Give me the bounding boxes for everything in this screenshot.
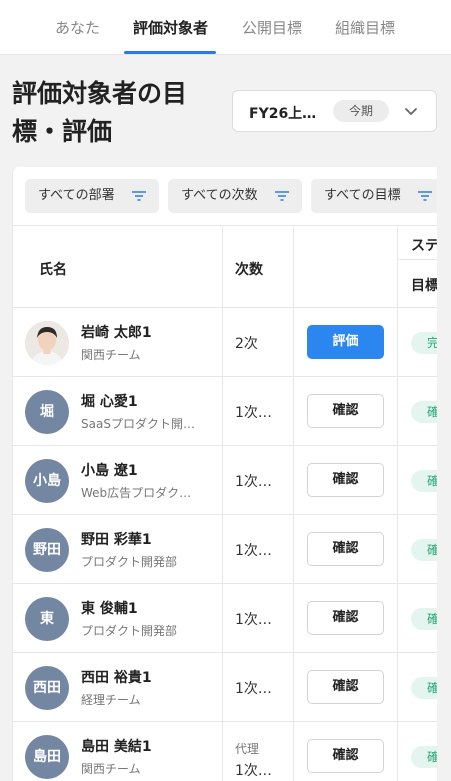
filter-bar: すべての部署 すべての次数 すべての目標 (13, 167, 437, 226)
avatar: 島田 (25, 735, 69, 779)
employee-name[interactable]: 東 俊輔1 (81, 598, 138, 618)
avatar: 西田 (25, 666, 69, 710)
employee-name[interactable]: 小島 遼1 (81, 460, 138, 480)
level-filter-label: すべての次数 (181, 188, 258, 203)
employee-department: SaaSプロダクト開… (81, 417, 195, 431)
avatar: 東 (25, 597, 69, 641)
table-row[interactable]: 岩崎 太郎1 関西チーム 2次 評価 完 (13, 308, 437, 377)
confirm-button[interactable]: 確認 (307, 670, 384, 704)
status-badge: 完 (411, 332, 437, 354)
table-row[interactable]: 東 東 俊輔1 プロダクト開発部 1次… 確認 確 (13, 584, 437, 653)
employee-department: Web広告プロダク… (81, 486, 192, 500)
status-badge: 確 (411, 746, 437, 768)
evaluation-level: 2次 (235, 336, 258, 352)
department-filter[interactable]: すべての部署 (25, 179, 159, 213)
proxy-label: 代理 (235, 742, 260, 756)
status-badge: 確 (411, 539, 437, 561)
employee-department: 関西チーム (81, 348, 141, 362)
status-badge: 確 (411, 470, 437, 492)
confirm-button[interactable]: 確認 (307, 463, 384, 497)
header-divider (397, 259, 437, 260)
tab-evaluatees[interactable]: 評価対象者 (133, 17, 208, 38)
table-row[interactable]: 島田 島田 美結1 関西チーム 代理 1次… 確認 確 (13, 722, 437, 781)
evaluation-level: 1次… (235, 681, 272, 697)
evaluation-level: 1次… (235, 405, 272, 421)
period-value: FY26上… (249, 106, 317, 122)
department-filter-label: すべての部署 (38, 188, 115, 203)
goal-filter[interactable]: すべての目標 (311, 179, 437, 213)
employee-name[interactable]: 堀 心愛1 (81, 391, 138, 411)
avatar: 小島 (25, 459, 69, 503)
avatar: 野田 (25, 528, 69, 572)
table-row[interactable]: 野田 野田 彩華1 プロダクト開発部 1次… 確認 確 (13, 515, 437, 584)
chevron-down-icon (405, 108, 417, 115)
goal-filter-label: すべての目標 (324, 188, 401, 203)
confirm-button[interactable]: 確認 (307, 532, 384, 566)
employee-name[interactable]: 島田 美結1 (81, 736, 152, 756)
employee-department: 関西チーム (81, 762, 141, 776)
scroll-edge (437, 160, 451, 781)
top-tab-bar: あなた 評価対象者 公開目標 組織目標 (0, 0, 451, 55)
employee-department: プロダクト開発部 (81, 624, 178, 638)
employee-department: プロダクト開発部 (81, 555, 178, 569)
column-name: 氏名 (39, 262, 67, 278)
status-badge: 確 (411, 677, 437, 699)
filter-icon (132, 191, 146, 201)
page-title: 評価対象者の目標・評価 (12, 79, 188, 146)
column-goal-status: 目標 (411, 278, 437, 294)
user-photo-icon (25, 321, 69, 365)
level-filter[interactable]: すべての次数 (168, 179, 302, 213)
status-badge: 確 (411, 608, 437, 630)
evaluation-level: 1次… (235, 543, 272, 559)
employee-department: 経理チーム (81, 693, 141, 707)
column-status: ステ (411, 238, 437, 254)
evaluation-level: 1次… (235, 763, 272, 779)
table-row[interactable]: 西田 西田 裕貴1 経理チーム 1次… 確認 確 (13, 653, 437, 722)
evaluation-level: 1次… (235, 612, 272, 628)
period-select[interactable]: FY26上… 今期 (232, 90, 437, 132)
table-row[interactable]: 堀 堀 心愛1 SaaSプロダクト開… 1次… 確認 確 (13, 377, 437, 446)
status-badge: 確 (411, 401, 437, 423)
active-tab-indicator (124, 51, 216, 54)
table-header: 氏名 次数 ステ 目標 (13, 226, 437, 308)
filter-icon (418, 191, 432, 201)
confirm-button[interactable]: 確認 (307, 739, 384, 773)
column-level: 次数 (235, 262, 263, 278)
employee-name[interactable]: 西田 裕貴1 (81, 667, 152, 687)
confirm-button[interactable]: 確認 (307, 394, 384, 428)
tab-org-goals[interactable]: 組織目標 (335, 17, 395, 38)
avatar (25, 321, 69, 365)
evaluatee-card: すべての部署 すべての次数 すべての目標 氏名 次数 ステ 目標 岩崎 太郎1 … (12, 167, 437, 781)
avatar: 堀 (25, 390, 69, 434)
evaluation-level: 1次… (235, 474, 272, 490)
employee-name[interactable]: 野田 彩華1 (81, 529, 152, 549)
employee-name[interactable]: 岩崎 太郎1 (81, 322, 152, 342)
current-period-badge: 今期 (333, 100, 389, 122)
filter-icon (275, 191, 289, 201)
evaluate-button[interactable]: 評価 (307, 325, 384, 359)
confirm-button[interactable]: 確認 (307, 601, 384, 635)
tab-public-goals[interactable]: 公開目標 (242, 17, 302, 38)
tab-you[interactable]: あなた (55, 17, 100, 38)
table-row[interactable]: 小島 小島 遼1 Web広告プロダク… 1次… 確認 確 (13, 446, 437, 515)
